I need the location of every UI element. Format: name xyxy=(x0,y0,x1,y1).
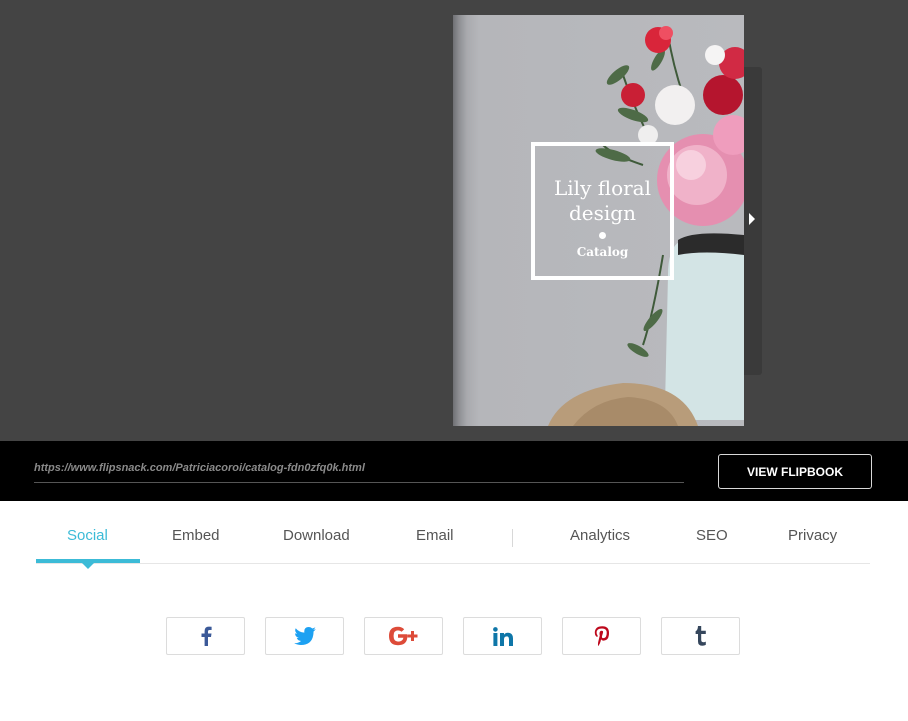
pinterest-share-button[interactable] xyxy=(562,617,641,655)
tab-privacy[interactable]: Privacy xyxy=(788,527,837,544)
next-page-arrow-icon[interactable] xyxy=(749,213,755,225)
share-tabs: Social Embed Download Email Analytics SE… xyxy=(36,501,870,569)
facebook-icon xyxy=(201,626,212,646)
facebook-share-button[interactable] xyxy=(166,617,245,655)
google-plus-icon xyxy=(388,626,417,646)
tab-download[interactable]: Download xyxy=(283,527,350,544)
view-flipbook-button[interactable]: VIEW FLIPBOOK xyxy=(718,454,872,489)
catalog-cover-page[interactable]: Lily floral design Catalog xyxy=(453,15,744,426)
tab-seo[interactable]: SEO xyxy=(696,527,728,544)
twitter-icon xyxy=(293,627,316,645)
cover-title-line1: Lily floral xyxy=(554,176,651,200)
cover-subtitle: Catalog xyxy=(576,245,629,259)
tumblr-icon xyxy=(695,626,706,646)
active-tab-pointer xyxy=(81,562,95,569)
share-url-field[interactable]: https://www.flipsnack.com/Patriciacoroi/… xyxy=(34,462,684,483)
linkedin-icon xyxy=(492,626,513,646)
linkedin-share-button[interactable] xyxy=(463,617,542,655)
cover-title-box: Lily floral design Catalog xyxy=(531,142,674,280)
twitter-share-button[interactable] xyxy=(265,617,344,655)
pinterest-icon xyxy=(594,626,609,646)
cover-title-line2: design xyxy=(569,201,636,225)
tab-social[interactable]: Social xyxy=(67,527,108,544)
tab-separator xyxy=(512,529,513,547)
tumblr-share-button[interactable] xyxy=(661,617,740,655)
tab-analytics[interactable]: Analytics xyxy=(570,527,630,544)
tab-email[interactable]: Email xyxy=(416,527,454,544)
cover-dot xyxy=(599,232,606,239)
tab-embed[interactable]: Embed xyxy=(172,527,220,544)
flipbook-viewer: Lily floral design Catalog xyxy=(0,0,908,441)
share-url-bar: https://www.flipsnack.com/Patriciacoroi/… xyxy=(0,441,908,501)
google-plus-share-button[interactable] xyxy=(364,617,443,655)
